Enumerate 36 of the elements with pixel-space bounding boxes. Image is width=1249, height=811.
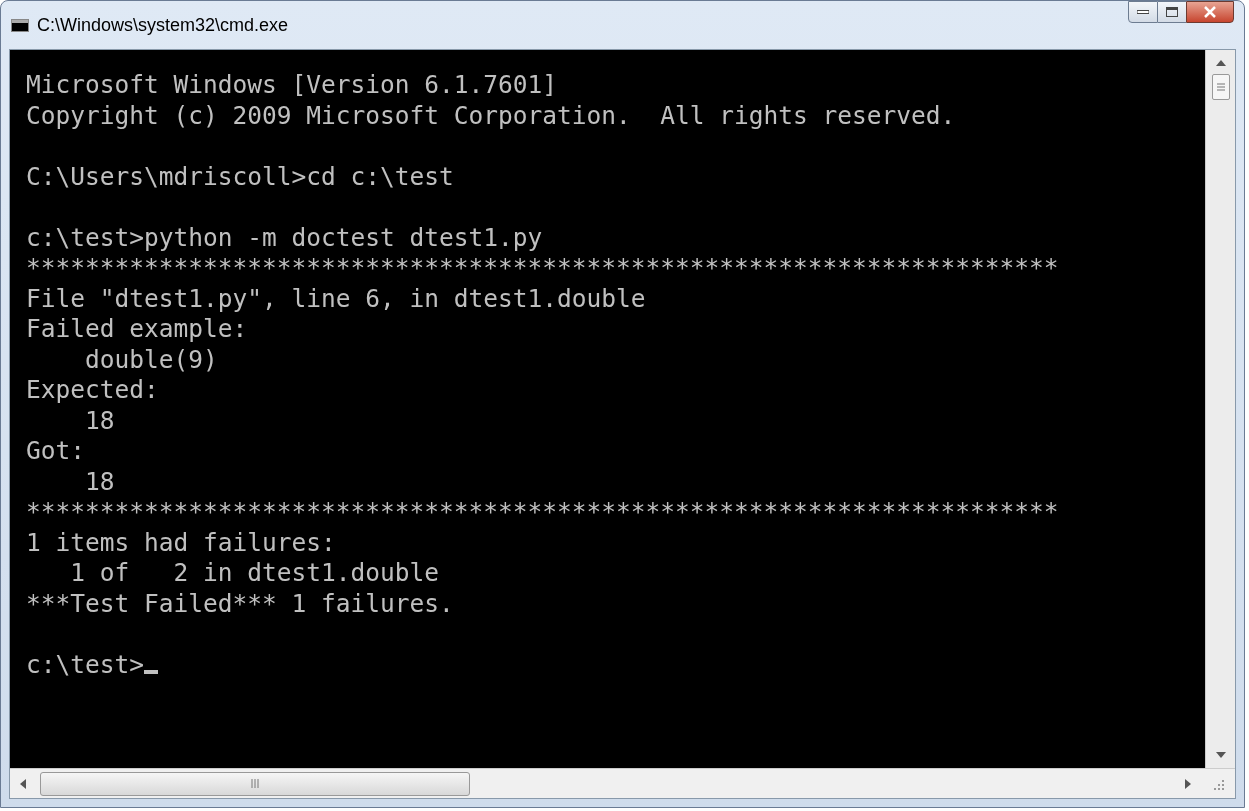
console-line: C:\Users\mdriscoll>cd c:\test bbox=[26, 161, 454, 191]
command-prompt: c:\test> bbox=[26, 649, 144, 680]
console-line: 18 bbox=[84, 405, 115, 435]
console-line: double(9) bbox=[84, 344, 218, 374]
console-app-icon bbox=[11, 18, 29, 32]
console-line: Expected: bbox=[26, 375, 159, 404]
close-button[interactable] bbox=[1186, 1, 1234, 23]
console-line: Copyright (c) 2009 Microsoft Corporation. All rights reserved. bbox=[26, 100, 956, 130]
close-icon bbox=[1203, 6, 1217, 18]
console-line: 1 items had failures: bbox=[26, 527, 336, 557]
console-line: 18 bbox=[84, 466, 115, 496]
grip-icon bbox=[250, 779, 260, 788]
scrollbar-thumb[interactable] bbox=[40, 771, 470, 796]
left-arrow-icon bbox=[20, 778, 26, 789]
horizontal-scrollbar[interactable] bbox=[10, 768, 1235, 798]
maximize-icon bbox=[1166, 7, 1178, 17]
console-line: ********************************************************************** bbox=[26, 253, 1059, 282]
maximize-button[interactable] bbox=[1158, 1, 1186, 23]
console-line: c:\test>python -m doctest dtest1.py bbox=[26, 222, 543, 252]
scrollbar-thumb[interactable] bbox=[1211, 74, 1230, 100]
right-arrow-icon bbox=[1185, 778, 1191, 789]
console-line: Microsoft Windows [Version 6.1.7601] bbox=[26, 70, 557, 99]
console-line: Got: bbox=[26, 436, 85, 465]
minimize-icon bbox=[1137, 10, 1149, 14]
console-line: Failed example: bbox=[26, 314, 248, 343]
down-arrow-icon bbox=[1215, 752, 1226, 758]
console-line: ***Test Failed*** 1 failures. bbox=[26, 588, 454, 618]
vertical-scrollbar[interactable] bbox=[1205, 50, 1235, 768]
console-line: File "dtest1.py", line 6, in dtest1.double bbox=[26, 283, 646, 313]
text-cursor bbox=[144, 670, 158, 674]
console-line: 1 of 2 in dtest1.double bbox=[69, 558, 439, 587]
console-line: ********************************************************************** bbox=[26, 497, 1059, 526]
window-title: C:\Windows\system32\cmd.exe bbox=[37, 13, 289, 37]
minimize-button[interactable] bbox=[1128, 1, 1158, 23]
grip-icon bbox=[1216, 83, 1225, 91]
up-arrow-icon bbox=[1215, 60, 1226, 66]
